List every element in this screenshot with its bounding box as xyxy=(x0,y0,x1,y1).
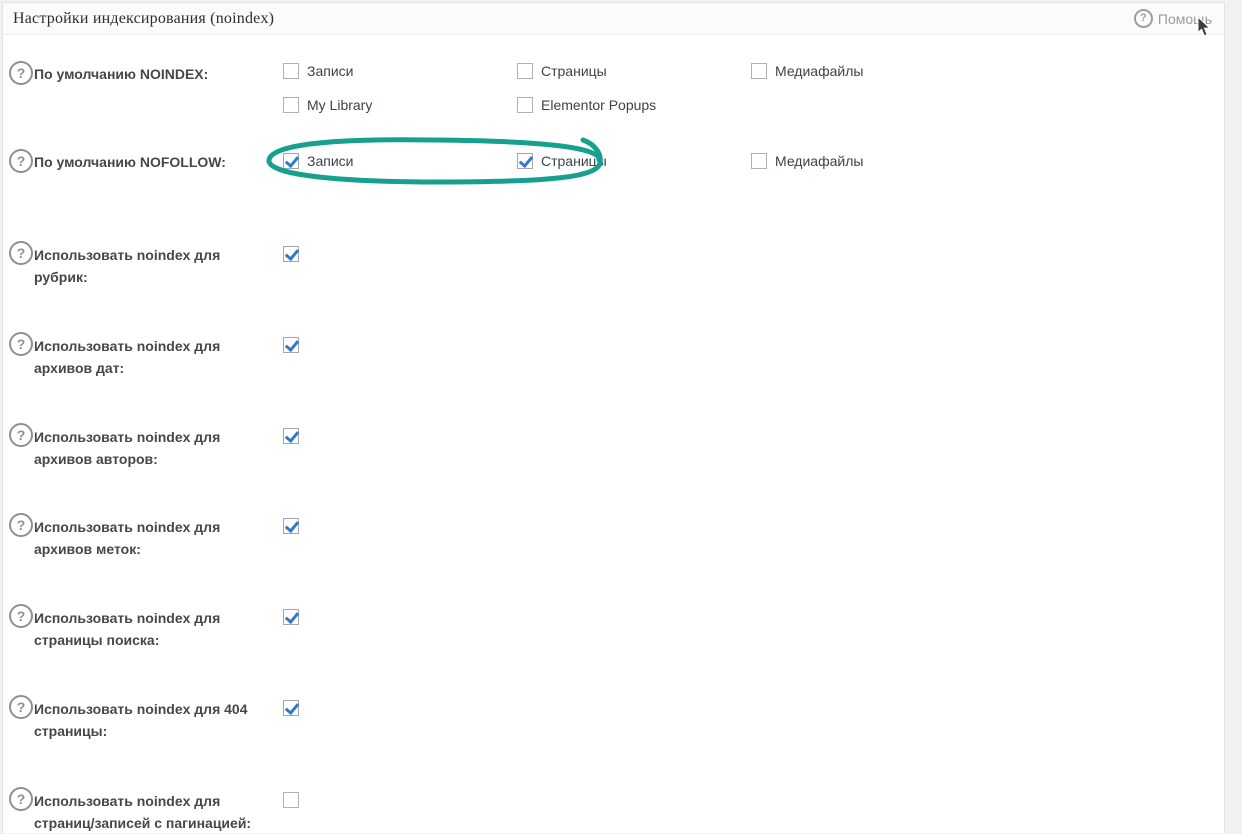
question-icon[interactable]: ? xyxy=(9,423,33,447)
checkbox-noindex-categories[interactable] xyxy=(283,246,299,262)
checkbox-cell xyxy=(283,246,299,262)
question-icon[interactable]: ? xyxy=(9,149,33,173)
checkbox-noindex-tag-archives[interactable] xyxy=(283,518,299,534)
field-label-noindex-tag-archives: Использовать noindex для архивов меток: xyxy=(34,516,274,560)
checkbox-cell: Страницы xyxy=(517,63,607,79)
panel-header: Настройки индексирования (noindex) ? Пом… xyxy=(3,3,1224,35)
page: { "header": { "title": "Настройки индекс… xyxy=(0,0,1242,833)
checkbox-noindex-pagination[interactable] xyxy=(283,792,299,808)
help-label: Помощь xyxy=(1158,11,1212,27)
field-label-noindex-pagination: Использовать noindex для страниц/записей… xyxy=(34,790,274,834)
checkbox-media-nofollow[interactable] xyxy=(751,153,767,169)
checkbox-cell xyxy=(283,792,299,808)
checkbox-label-elementor-popups[interactable]: Elementor Popups xyxy=(541,97,656,113)
field-label-noindex-404-page: Использовать noindex для 404 страницы: xyxy=(34,698,274,742)
field-label-noindex-search-page: Использовать noindex для страницы поиска… xyxy=(34,607,274,651)
checkbox-cell xyxy=(283,609,299,625)
checkbox-noindex-author-archives[interactable] xyxy=(283,428,299,444)
checkbox-label-posts[interactable]: Записи xyxy=(307,63,353,79)
circle-question-icon: ? xyxy=(1134,9,1153,28)
field-label-noindex-date-archives: Использовать noindex для архивов дат: xyxy=(34,335,274,379)
question-icon[interactable]: ? xyxy=(9,513,33,537)
field-label-default-noindex: По умолчанию NOINDEX: xyxy=(34,63,274,85)
checkbox-elementor-popups[interactable] xyxy=(517,97,533,113)
checkbox-cell: My Library xyxy=(283,97,372,113)
checkbox-cell: Медиафайлы xyxy=(751,63,863,79)
field-label-noindex-categories: Использовать noindex для рубрик: xyxy=(34,244,274,288)
checkbox-cell: Записи xyxy=(283,153,353,169)
checkbox-noindex-404-page[interactable] xyxy=(283,700,299,716)
checkbox-cell xyxy=(283,518,299,534)
field-label-noindex-author-archives: Использовать noindex для архивов авторов… xyxy=(34,426,274,470)
checkbox-posts[interactable] xyxy=(283,63,299,79)
checkbox-cell xyxy=(283,428,299,444)
checkbox-my-library[interactable] xyxy=(283,97,299,113)
question-icon[interactable]: ? xyxy=(9,332,33,356)
checkbox-label-pages[interactable]: Страницы xyxy=(541,63,607,79)
checkbox-cell: Страницы xyxy=(517,153,607,169)
checkbox-posts-nofollow[interactable] xyxy=(283,153,299,169)
checkbox-pages[interactable] xyxy=(517,63,533,79)
checkbox-cell: Elementor Popups xyxy=(517,97,656,113)
question-icon[interactable]: ? xyxy=(9,695,33,719)
question-icon[interactable]: ? xyxy=(9,604,33,628)
settings-panel: Настройки индексирования (noindex) ? Пом… xyxy=(2,2,1225,833)
checkbox-cell: Записи xyxy=(283,63,353,79)
checkbox-label-media[interactable]: Медиафайлы xyxy=(775,153,863,169)
checkbox-label-posts[interactable]: Записи xyxy=(307,153,353,169)
checkbox-noindex-date-archives[interactable] xyxy=(283,337,299,353)
help-link[interactable]: ? Помощь xyxy=(1134,9,1212,28)
checkbox-label-pages[interactable]: Страницы xyxy=(541,153,607,169)
checkbox-pages-nofollow[interactable] xyxy=(517,153,533,169)
question-icon[interactable]: ? xyxy=(9,787,33,811)
checkbox-label-media[interactable]: Медиафайлы xyxy=(775,63,863,79)
checkbox-cell xyxy=(283,700,299,716)
checkbox-label-my-library[interactable]: My Library xyxy=(307,97,372,113)
checkbox-cell: Медиафайлы xyxy=(751,153,863,169)
panel-title: Настройки индексирования (noindex) xyxy=(13,10,274,28)
checkbox-media[interactable] xyxy=(751,63,767,79)
question-icon[interactable]: ? xyxy=(9,61,33,85)
field-label-default-nofollow: По умолчанию NOFOLLOW: xyxy=(34,151,274,173)
checkbox-cell xyxy=(283,337,299,353)
checkbox-noindex-search-page[interactable] xyxy=(283,609,299,625)
question-icon[interactable]: ? xyxy=(9,241,33,265)
